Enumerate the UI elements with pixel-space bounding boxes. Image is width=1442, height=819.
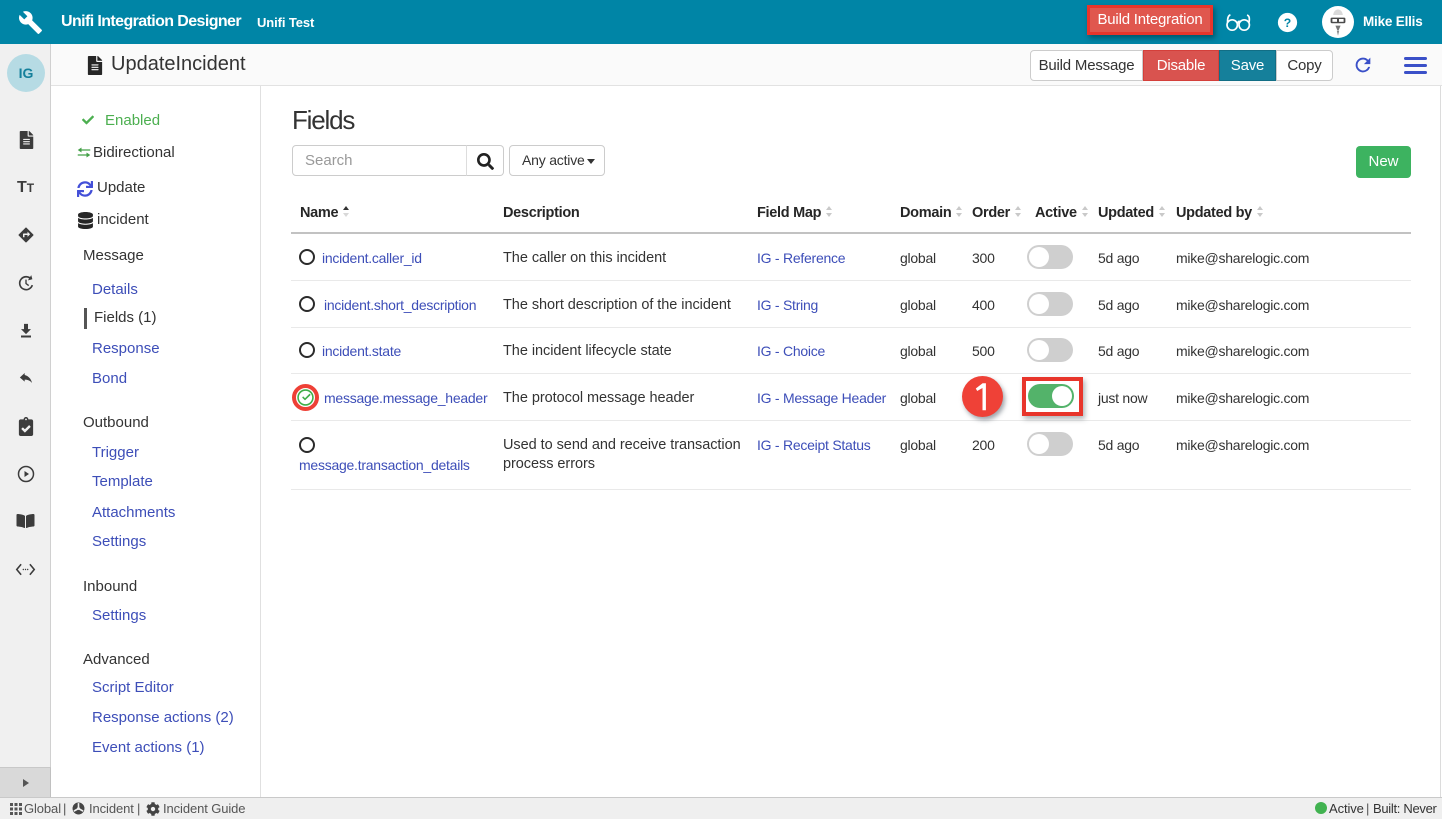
svg-text:?: ? xyxy=(1284,16,1291,30)
